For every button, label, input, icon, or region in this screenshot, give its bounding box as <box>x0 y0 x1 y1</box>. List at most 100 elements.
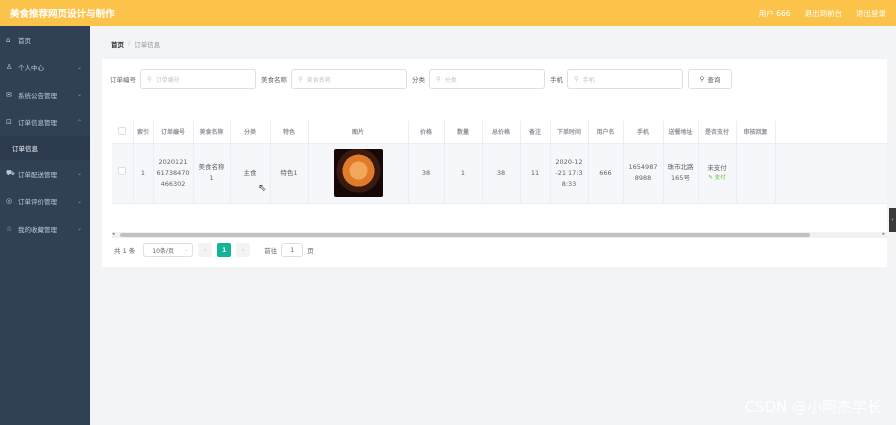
column-header: 特色 <box>270 121 309 144</box>
sidebar-item-label: 首页 <box>18 36 31 45</box>
search-label-category: 分类 <box>412 76 425 84</box>
cell-image <box>308 143 409 204</box>
sidebar-item-label: 订单信息管理 <box>18 119 57 128</box>
pay-link[interactable]: ✎ 支付 <box>699 173 736 184</box>
column-header: 手机 <box>623 121 664 144</box>
truck-icon: ⛟ <box>6 169 15 178</box>
placeholder: 美食名称 <box>306 76 331 84</box>
column-header: 送餐地址 <box>663 121 699 144</box>
search-bar: 订单编号 ⚲ 订单编号 美食名称 ⚲ 美食名称 分类 ⚲ 分类 手机 ⚲ 手机 ⚲ 查询 <box>110 69 732 89</box>
column-header: 订单编号 <box>153 121 194 144</box>
cart-icon: ⊡ <box>6 118 12 127</box>
cell-category: 主食 <box>230 143 271 204</box>
query-button[interactable]: ⚲ 查询 <box>688 69 732 89</box>
page-size-value: 10条/页 <box>152 247 174 255</box>
page-number-current[interactable]: 1 <box>217 243 232 257</box>
scrollbar-thumb[interactable] <box>120 233 810 237</box>
cell-phone: 1654987 8988 <box>623 143 664 204</box>
cell-line: 165号 <box>671 174 690 182</box>
phone-input[interactable]: ⚲ 手机 <box>567 69 683 89</box>
select-all-checkbox[interactable] <box>118 126 127 135</box>
logout-link[interactable]: 退出登录 <box>856 8 886 19</box>
goto-page-input[interactable]: 1 <box>281 243 304 257</box>
column-header: 数量 <box>444 121 483 144</box>
column-header: 索引 <box>133 121 154 144</box>
cell-total: 38 <box>482 143 521 204</box>
sidebar-item-announcements[interactable]: ✉ 系统公告管理 ⌄ <box>0 81 90 109</box>
breadcrumb-home[interactable]: 首页 <box>111 39 124 49</box>
sidebar: ⌂ 首页 ♙ 个人中心 ⌄ ✉ 系统公告管理 ⌄ ⊡ 订单信息管理 ⌃ 订单信息… <box>0 26 90 425</box>
top-header: 美食推荐网页设计与制作 用户 666 退出到前台 退出登录 <box>0 0 896 26</box>
column-header: 价格 <box>408 121 445 144</box>
column-header: 操作 <box>775 121 887 144</box>
cell-line: 2020-12 <box>555 157 583 166</box>
sidebar-subitem-order-info[interactable]: 订单信息 <box>0 136 90 160</box>
chevron-down-icon: ⌄ <box>76 225 82 233</box>
search-label-food-name: 美食名称 <box>261 76 287 84</box>
cell-line: 1654987 <box>628 163 658 171</box>
sidebar-item-home[interactable]: ⌂ 首页 <box>0 26 90 54</box>
food-name-input[interactable]: ⚲ 美食名称 <box>291 69 407 89</box>
table-row[interactable]: 1 2020121 61738470 466302 美食名称 1 主食 特色1 <box>112 143 887 204</box>
next-page-button[interactable]: › <box>236 243 251 257</box>
chevron-left-icon: ‹ <box>891 217 894 223</box>
cell-line: 2020121 <box>158 157 188 166</box>
back-to-front-link[interactable]: 退出到前台 <box>805 8 843 19</box>
order-no-input[interactable]: ⚲ 订单编号 <box>140 69 256 89</box>
star-icon: ☆ <box>6 224 13 233</box>
sidebar-item-profile[interactable]: ♙ 个人中心 ⌄ <box>0 54 90 82</box>
column-header: 分类 <box>230 121 271 144</box>
column-header: 备注 <box>520 121 551 144</box>
column-header: 审核回复 <box>736 121 776 144</box>
cell-line: 珠市北路 <box>667 163 694 171</box>
pay-status-text: 未支付 <box>707 163 727 172</box>
breadcrumb-current: 订单信息 <box>134 41 161 49</box>
sidebar-item-favorites[interactable]: ☆ 我的收藏管理 ⌄ <box>0 215 90 243</box>
category-input[interactable]: ⚲ 分类 <box>429 69 545 89</box>
select-all-header[interactable] <box>112 121 134 144</box>
scroll-right-icon[interactable]: ▸ <box>882 231 885 237</box>
search-icon: ⚲ <box>147 75 152 83</box>
chevron-down-icon: ⌄ <box>76 197 82 205</box>
cell-line: 466302 <box>160 179 186 188</box>
goto-label: 前往 <box>264 247 278 255</box>
cell-note: 11 <box>520 143 551 204</box>
prev-page-button[interactable]: ‹ <box>198 243 213 257</box>
scroll-left-icon[interactable]: ◂ <box>112 231 115 237</box>
placeholder: 分类 <box>444 76 457 84</box>
sidebar-item-label: 系统公告管理 <box>18 91 57 100</box>
cell-line: 1 <box>209 174 214 182</box>
cell-order-no: 2020121 61738470 466302 <box>153 143 194 204</box>
sidebar-item-label: 个人中心 <box>18 64 44 73</box>
chevron-down-icon: ⌄ <box>184 247 189 253</box>
sidebar-item-orders[interactable]: ⊡ 订单信息管理 ⌃ <box>0 109 90 137</box>
cell-username: 666 <box>588 143 624 204</box>
row-select-cell[interactable] <box>112 143 134 204</box>
table-header-row: 索引 订单编号 美食名称 分类 特色 图片 价格 数量 总价格 备注 下单时间 … <box>112 121 887 144</box>
column-header: 下单时间 <box>550 121 589 144</box>
search-icon: ⚲ <box>436 75 441 83</box>
pagination: 共 1 条 10条/页 ⌄ ‹ 1 › 前往 1 页 <box>114 243 314 257</box>
column-header: 图片 <box>308 121 409 144</box>
user-icon: ♙ <box>6 63 13 72</box>
home-icon: ⌂ <box>6 35 11 44</box>
chevron-up-icon: ⌃ <box>76 118 82 126</box>
sidebar-item-delivery[interactable]: ⛟ 订单配送管理 ⌄ <box>0 160 90 188</box>
cell-food-name: 美食名称 1 <box>193 143 231 204</box>
search-label-phone: 手机 <box>550 76 563 84</box>
cell-actions: 详 <box>775 143 887 204</box>
side-expand-tab[interactable]: ‹ <box>889 208 896 232</box>
column-header: 美食名称 <box>193 121 231 144</box>
chevron-right-icon: › <box>241 246 245 254</box>
query-button-label: 查询 <box>707 76 721 84</box>
horizontal-scrollbar[interactable]: ◂ ▸ <box>112 231 887 238</box>
cell-line: -21 17:3 <box>555 168 583 177</box>
pay-link-label: 支付 <box>714 174 726 181</box>
search-label-order-no: 订单编号 <box>110 76 136 84</box>
cell-line: 8:33 <box>561 179 577 188</box>
search-icon: ⚲ <box>699 75 705 83</box>
mouse-cursor-icon: ⇖ <box>258 183 267 194</box>
sidebar-item-reviews[interactable]: ◎ 订单评价管理 ⌄ <box>0 188 90 216</box>
page-size-select[interactable]: 10条/页 ⌄ <box>143 243 194 257</box>
row-checkbox[interactable] <box>118 167 127 175</box>
